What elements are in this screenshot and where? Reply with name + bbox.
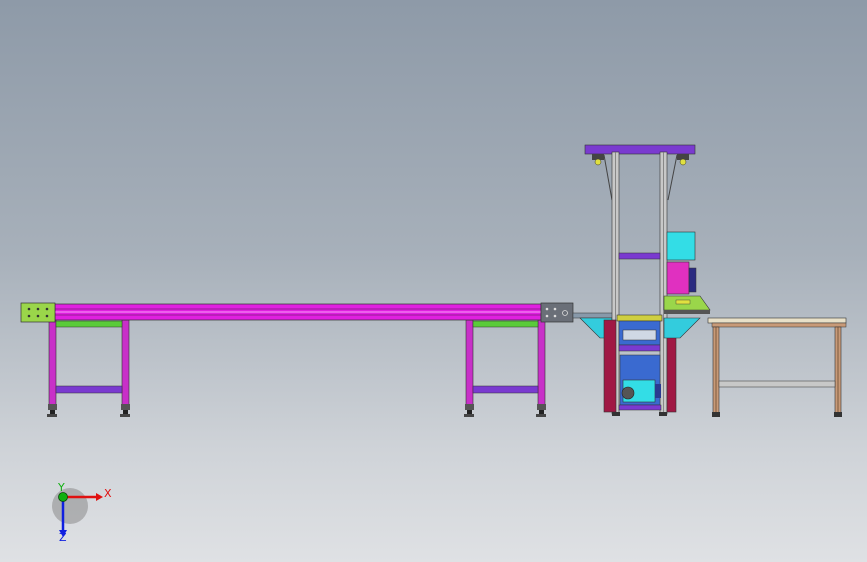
conveyor-right-leg-frame: [464, 319, 546, 417]
sensor-mount-green: [663, 295, 711, 314]
conveyor-left-leg-frame: [47, 319, 130, 417]
cad-viewport[interactable]: X Y Z: [0, 0, 867, 562]
x-axis-label: X: [104, 487, 112, 500]
z-axis-label: Z: [59, 531, 67, 544]
drive-motor: [612, 354, 667, 416]
outfeed-table[interactable]: [707, 317, 847, 417]
conveyor-right-end-plate: [540, 302, 574, 323]
control-box-cyan: [666, 231, 696, 261]
axis-triad: X Y Z: [52, 481, 112, 544]
conveyor-left-end-plate: [20, 302, 56, 323]
control-box-magenta: [666, 261, 697, 295]
y-axis-label: Y: [57, 481, 65, 494]
vertical-lift-station[interactable]: [572, 144, 711, 416]
conveyor-rail: [54, 303, 542, 321]
long-belt-conveyor[interactable]: [20, 302, 574, 417]
gantry-top-beam: [584, 144, 696, 201]
assembly-drawing: X Y Z: [20, 144, 847, 544]
lift-carriage: [616, 314, 701, 352]
